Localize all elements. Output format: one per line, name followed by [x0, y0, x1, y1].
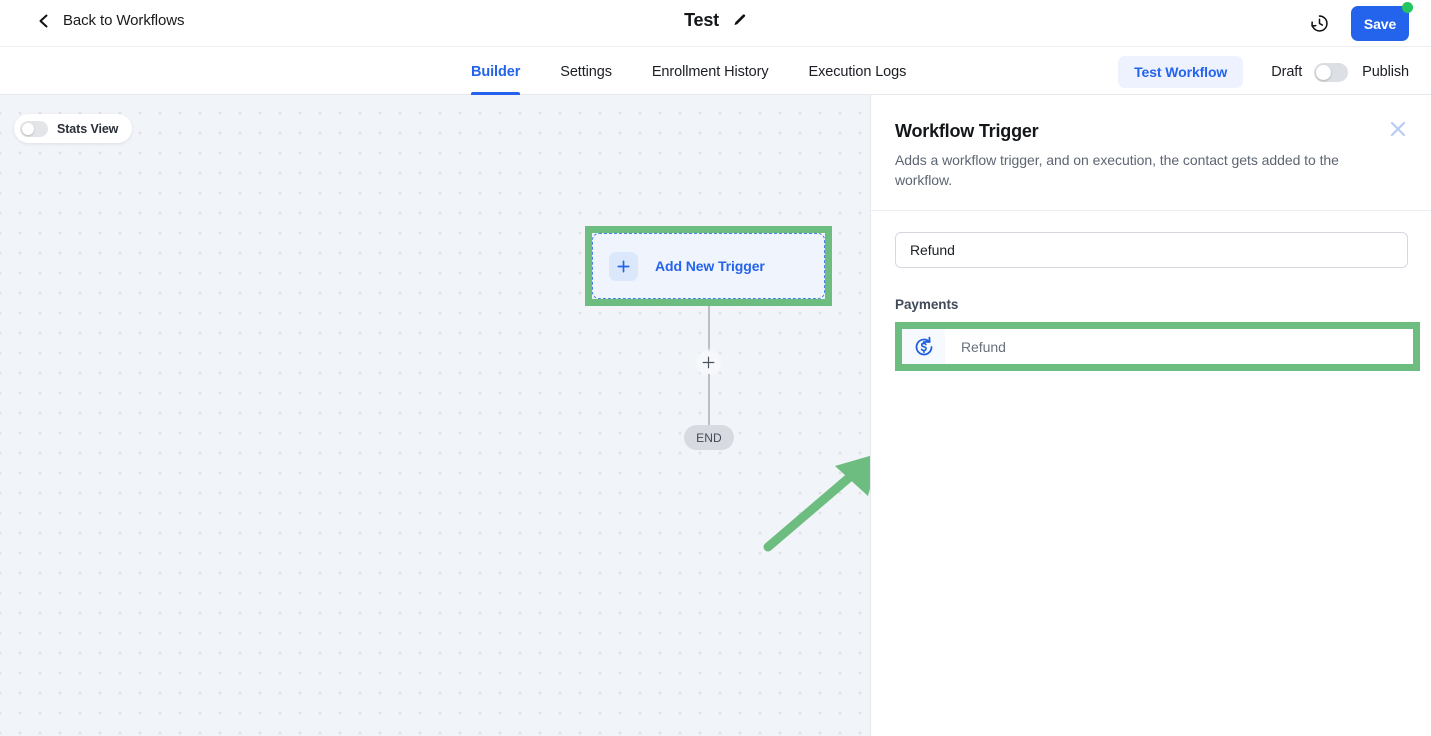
payments-section-label: Payments: [895, 297, 959, 312]
connector-line-upper: [708, 306, 710, 353]
annotation-arrow-icon: [760, 450, 870, 555]
page-title: Test: [684, 10, 719, 30]
workflow-title-group: Test: [0, 10, 1431, 31]
workflow-trigger-panel: Workflow Trigger Adds a workflow trigger…: [870, 95, 1431, 736]
plus-icon: [609, 251, 638, 281]
draft-label: Draft: [1271, 64, 1303, 80]
panel-body: Payments Refund: [871, 212, 1431, 371]
pencil-icon[interactable]: [732, 13, 747, 28]
stats-view-label: Stats View: [57, 121, 119, 136]
test-workflow-button[interactable]: Test Workflow: [1118, 56, 1244, 88]
refund-dollar-icon: [902, 329, 945, 364]
top-bar: Back to Workflows Test Save: [0, 0, 1431, 47]
panel-header: Workflow Trigger Adds a workflow trigger…: [871, 95, 1431, 211]
workflow-canvas[interactable]: Stats View Add New Trigger END: [0, 95, 870, 736]
tab-bar: Builder Settings Enrollment History Exec…: [0, 47, 1431, 95]
add-new-trigger-node[interactable]: Add New Trigger: [592, 233, 825, 299]
tab-execution-logs[interactable]: Execution Logs: [809, 47, 907, 95]
chevron-left-icon: [36, 13, 52, 29]
tab-settings[interactable]: Settings: [560, 47, 612, 95]
publish-toggle-knob: [1316, 64, 1332, 80]
panel-title: Workflow Trigger: [895, 121, 1039, 141]
connector-line-lower: [708, 374, 710, 428]
back-to-workflows-label: Back to Workflows: [63, 12, 185, 29]
trigger-name-input[interactable]: [895, 232, 1408, 268]
panel-description: Adds a workflow trigger, and on executio…: [895, 152, 1339, 188]
back-to-workflows-link[interactable]: Back to Workflows: [36, 12, 185, 29]
close-icon[interactable]: [1389, 120, 1407, 138]
publish-label: Publish: [1362, 64, 1409, 80]
event-select-value: Refund: [961, 338, 1006, 355]
save-button[interactable]: Save: [1351, 6, 1409, 41]
add-step-button[interactable]: [694, 348, 723, 377]
tab-enrollment-history[interactable]: Enrollment History: [652, 47, 769, 95]
tab-list: Builder Settings Enrollment History Exec…: [471, 47, 906, 95]
stats-view-toggle[interactable]: Stats View: [14, 114, 133, 143]
clock-history-icon[interactable]: [1309, 13, 1330, 34]
event-select[interactable]: Refund: [902, 329, 1413, 364]
add-new-trigger-label: Add New Trigger: [655, 258, 765, 274]
tab-bar-actions: Test Workflow Draft Publish: [1118, 56, 1409, 88]
publish-toggle[interactable]: [1314, 62, 1349, 82]
event-select-highlight: Refund: [895, 322, 1420, 371]
stats-view-switch-knob: [22, 122, 34, 135]
stats-view-switch[interactable]: [20, 120, 48, 137]
unsaved-changes-indicator: [1402, 2, 1413, 13]
tab-builder[interactable]: Builder: [471, 47, 521, 95]
end-node: END: [684, 425, 734, 450]
